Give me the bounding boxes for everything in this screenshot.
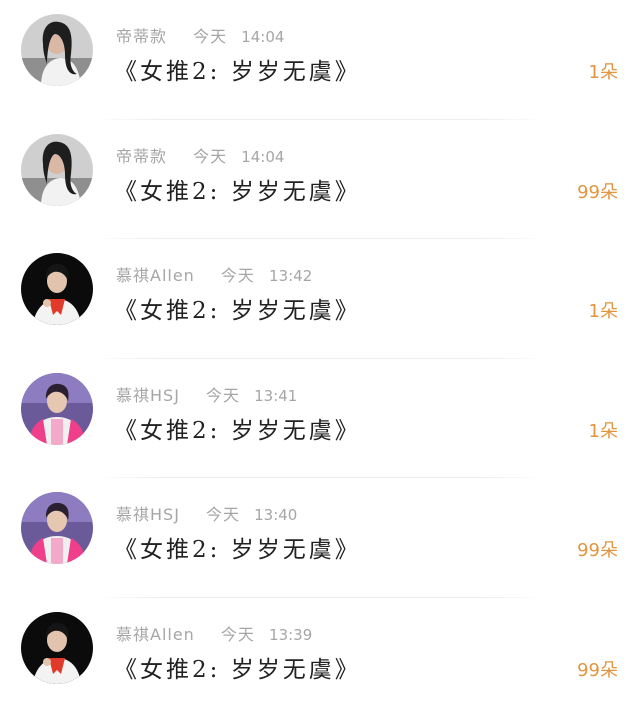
message-meta: 慕祺Allen 今天 13:39 — [116, 621, 312, 645]
time-day: 今天 — [221, 625, 255, 644]
message-meta: 慕祺HSJ 今天 13:41 — [116, 382, 297, 406]
time-day: 今天 — [193, 147, 227, 166]
message-title: 《女推2: 岁岁无虞》 — [114, 291, 361, 325]
time-day: 今天 — [206, 505, 240, 524]
time-day: 今天 — [206, 386, 240, 405]
time-day: 今天 — [221, 266, 255, 285]
avatar[interactable] — [21, 492, 93, 564]
gift-count: 1朵 — [589, 58, 618, 84]
list-item[interactable]: 慕祺Allen 今天 13:42 《女推2: 岁岁无虞》 1朵 — [0, 239, 640, 359]
username[interactable]: 慕祺Allen — [116, 266, 195, 285]
username[interactable]: 帝蒂款 — [116, 27, 167, 46]
avatar[interactable] — [21, 373, 93, 445]
gift-count: 99朵 — [577, 656, 618, 682]
time-clock: 14:04 — [241, 148, 284, 166]
message-title: 《女推2: 岁岁无虞》 — [114, 650, 361, 684]
time-clock: 13:40 — [254, 506, 297, 524]
username[interactable]: 帝蒂款 — [116, 147, 167, 166]
gift-count: 99朵 — [577, 178, 618, 204]
username[interactable]: 慕祺HSJ — [116, 505, 180, 524]
message-title: 《女推2: 岁岁无虞》 — [114, 411, 361, 445]
time-clock: 13:39 — [269, 626, 312, 644]
message-meta: 帝蒂款 今天 14:04 — [116, 23, 284, 47]
gift-count: 99朵 — [577, 536, 618, 562]
list-item[interactable]: 慕祺Allen 今天 13:39 《女推2: 岁岁无虞》 99朵 — [0, 598, 640, 717]
avatar[interactable] — [21, 612, 93, 684]
message-title: 《女推2: 岁岁无虞》 — [114, 52, 361, 86]
gift-count: 1朵 — [589, 297, 618, 323]
time-clock: 14:04 — [241, 28, 284, 46]
time-clock: 13:42 — [269, 267, 312, 285]
list-item[interactable]: 慕祺HSJ 今天 13:41 《女推2: 岁岁无虞》 1朵 — [0, 359, 640, 479]
avatar[interactable] — [21, 253, 93, 325]
avatar[interactable] — [21, 134, 93, 206]
gift-count: 1朵 — [589, 417, 618, 443]
time-clock: 13:41 — [254, 387, 297, 405]
list-item[interactable]: 帝蒂款 今天 14:04 《女推2: 岁岁无虞》 1朵 — [0, 0, 640, 120]
list-item[interactable]: 慕祺HSJ 今天 13:40 《女推2: 岁岁无虞》 99朵 — [0, 478, 640, 598]
avatar[interactable] — [21, 14, 93, 86]
list-item[interactable]: 帝蒂款 今天 14:04 《女推2: 岁岁无虞》 99朵 — [0, 120, 640, 240]
gift-message-list: 帝蒂款 今天 14:04 《女推2: 岁岁无虞》 1朵 帝蒂款 今天 14:04… — [0, 0, 640, 703]
username[interactable]: 慕祺HSJ — [116, 386, 180, 405]
time-day: 今天 — [193, 27, 227, 46]
message-meta: 慕祺HSJ 今天 13:40 — [116, 501, 297, 525]
message-title: 《女推2: 岁岁无虞》 — [114, 172, 361, 206]
message-meta: 帝蒂款 今天 14:04 — [116, 143, 284, 167]
message-title: 《女推2: 岁岁无虞》 — [114, 530, 361, 564]
username[interactable]: 慕祺Allen — [116, 625, 195, 644]
message-meta: 慕祺Allen 今天 13:42 — [116, 262, 312, 286]
